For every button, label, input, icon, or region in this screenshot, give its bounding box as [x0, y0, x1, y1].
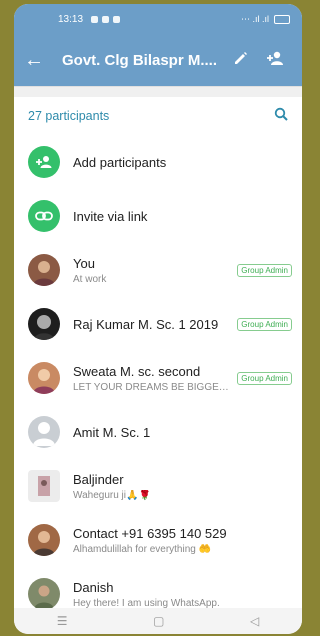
member-avatar [28, 254, 60, 286]
member-avatar [28, 362, 60, 394]
add-participants-row[interactable]: Add participants [14, 135, 302, 189]
signal-icon: ⋯ .ıl .ıl [240, 13, 269, 24]
member-name: Sweata M. sc. second [73, 363, 201, 379]
default-avatar-icon [28, 416, 60, 448]
group-admin-badge: Group Admin [237, 371, 292, 385]
member-status: Hey there! I am using WhatsApp. [73, 597, 220, 609]
app-bar: ← Govt. Clg Bilaspr M.... [14, 34, 302, 86]
notification-icon [91, 15, 99, 23]
home-icon[interactable]: ▢ [153, 614, 164, 628]
member-row[interactable]: Baljinder Waheguru ji🙏🌹 [14, 459, 302, 513]
add-person-icon[interactable] [258, 50, 292, 71]
edit-pencil-icon[interactable] [224, 50, 258, 71]
member-avatar [28, 524, 60, 556]
member-name: You [73, 255, 95, 271]
member-row[interactable]: Raj Kumar M. Sc. 1 2019 Group Admin [14, 297, 302, 351]
member-row[interactable]: Sweata M. sc. second LET YOUR DREAMS BE … [14, 351, 302, 405]
system-nav-bar: ☰ ▢ ◁ [14, 608, 302, 634]
member-name: Contact +91 6395 140 529 [73, 525, 227, 541]
member-avatar [28, 578, 60, 610]
member-status: At work [73, 273, 107, 285]
link-icon [28, 200, 60, 232]
group-admin-badge: Group Admin [237, 317, 292, 331]
member-name: Danish [73, 579, 114, 595]
participants-count: 27 participants [28, 109, 110, 123]
member-row[interactable]: Contact +91 6395 140 529 Alhamdulillah f… [14, 513, 302, 567]
search-icon[interactable] [274, 107, 288, 126]
member-avatar [28, 308, 60, 340]
notification-icon [113, 15, 121, 23]
add-participant-icon [28, 146, 60, 178]
member-avatar [28, 470, 60, 502]
member-status: Waheguru ji🙏🌹 [73, 489, 151, 501]
member-status: Alhamdulillah for everything 🤲 [73, 543, 212, 555]
member-name: Baljinder [73, 471, 124, 487]
phone-screen: 13:13 ⋯ .ıl .ıl ← Govt. Clg Bilaspr M...… [14, 4, 302, 634]
notification-icon [102, 15, 110, 23]
back-arrow-icon[interactable]: ← [24, 49, 54, 72]
group-admin-badge: Group Admin [237, 263, 292, 277]
back-icon[interactable]: ◁ [250, 614, 259, 628]
invite-link-row[interactable]: Invite via link [14, 189, 302, 243]
action-label: Invite via link [73, 208, 148, 224]
status-right: ⋯ .ıl .ıl [241, 14, 290, 25]
member-name: Amit M. Sc. 1 [73, 424, 151, 440]
action-label: Add participants [73, 154, 167, 170]
group-title[interactable]: Govt. Clg Bilaspr M.... [54, 52, 224, 69]
member-status: LET YOUR DREAMS BE BIGGER THAN YOU... [73, 381, 231, 393]
notification-icons [91, 15, 121, 23]
participants-header: 27 participants [14, 97, 302, 135]
status-time: 13:13 [58, 13, 84, 25]
status-bar: 13:13 ⋯ .ıl .ıl [14, 4, 302, 34]
menu-icon[interactable]: ☰ [57, 614, 68, 628]
member-row[interactable]: You At work Group Admin [14, 243, 302, 297]
battery-icon [274, 14, 290, 24]
member-name: Raj Kumar M. Sc. 1 2019 [73, 316, 219, 332]
member-row[interactable]: Amit M. Sc. 1 [14, 405, 302, 459]
section-divider [14, 86, 302, 97]
